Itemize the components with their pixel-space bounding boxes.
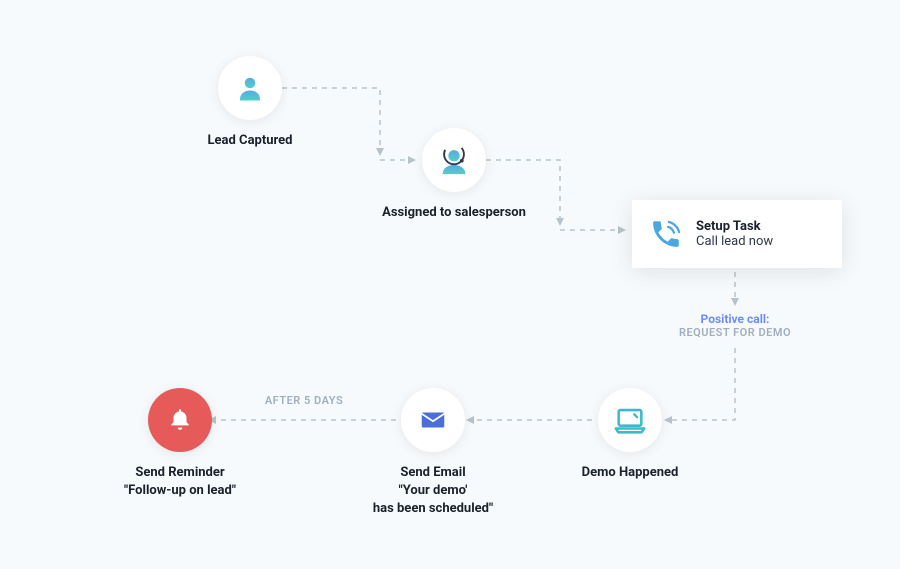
status-line2: REQUEST FOR DEMO [660, 326, 810, 339]
status-positive-call: Positive call: REQUEST FOR DEMO [660, 312, 810, 339]
demo-icon-circle [598, 388, 662, 452]
setup-sub: Call lead now [696, 234, 773, 249]
email-icon-circle [401, 388, 465, 452]
lead-icon-circle [218, 56, 282, 120]
person-icon [235, 73, 265, 103]
node-lead-captured: Lead Captured [186, 56, 314, 150]
edge-label-after-5-days: AFTER 5 DAYS [252, 394, 356, 407]
node-assigned: Assigned to salesperson [370, 128, 538, 222]
reminder-label: Send Reminder "Follow-up on lead" [100, 464, 260, 500]
assigned-icon-circle [422, 128, 486, 192]
lead-label: Lead Captured [186, 132, 314, 150]
person-headset-icon [437, 143, 471, 177]
email-icon [418, 405, 448, 435]
node-demo: Demo Happened [560, 388, 700, 482]
node-send-email: Send Email "Your demo' has been schedule… [348, 388, 518, 519]
reminder-icon-circle [148, 388, 212, 452]
laptop-icon [613, 403, 647, 437]
setup-title: Setup Task [696, 219, 773, 234]
status-line1: Positive call: [660, 312, 810, 326]
card-setup-task: Setup Task Call lead now [632, 200, 842, 268]
phone-icon [648, 216, 684, 252]
bell-icon [167, 407, 193, 433]
node-send-reminder: Send Reminder "Follow-up on lead" [100, 388, 260, 500]
demo-label: Demo Happened [560, 464, 700, 482]
email-label: Send Email "Your demo' has been schedule… [348, 464, 518, 519]
assigned-label: Assigned to salesperson [370, 204, 538, 222]
